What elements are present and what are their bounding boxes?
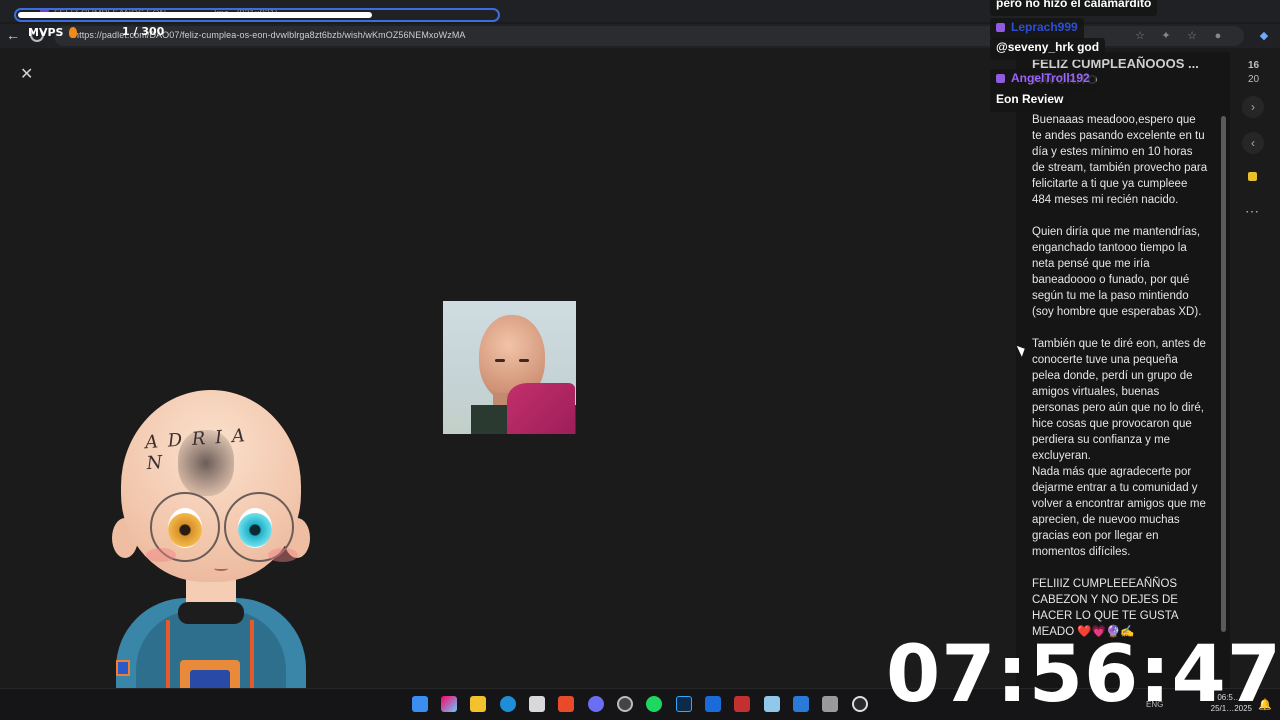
panel-scrollbar[interactable] xyxy=(1221,116,1226,632)
windows-start-icon[interactable] xyxy=(412,696,428,712)
chat-text: Eon Review xyxy=(996,92,1064,106)
photo-scarf xyxy=(507,383,575,434)
chevron-left-icon[interactable]: ‹ xyxy=(1242,132,1264,154)
goal-progress-bar xyxy=(14,8,500,22)
chat-username: AngelTroll192 xyxy=(1011,71,1090,85)
favorites-icon[interactable]: ☆ xyxy=(1186,30,1198,42)
chat-text: pero no hizo el calamardito xyxy=(996,0,1152,10)
app-icon[interactable] xyxy=(734,696,750,712)
app-icon[interactable] xyxy=(793,696,809,712)
chevron-right-icon[interactable]: › xyxy=(1242,96,1264,118)
screen: FELIZ CUMPLEAÑOS EON Ima...(931×931) ← h… xyxy=(0,0,1280,720)
post-detail-panel: FELIZ CUMPLEAÑOOOS ... FAVORITO Buenaaas… xyxy=(1016,52,1230,688)
notepad-icon[interactable] xyxy=(764,696,780,712)
media-player-icon[interactable] xyxy=(852,696,868,712)
avatar-hood-string xyxy=(250,620,254,690)
chat-user: AngelTroll192 xyxy=(990,69,1096,91)
sub-badge-icon xyxy=(996,74,1005,83)
obs-icon[interactable] xyxy=(617,696,633,712)
chat-message: pero no hizo el calamardito xyxy=(990,0,1158,16)
avatar-sticker xyxy=(116,660,130,676)
extensions-icon[interactable]: ✦ xyxy=(1160,30,1172,42)
brave-icon[interactable] xyxy=(558,696,574,712)
close-icon[interactable]: ✕ xyxy=(20,64,33,84)
photoshop-icon[interactable] xyxy=(676,696,692,712)
stream-clock: 07:56:47 xyxy=(886,630,1280,720)
chat-text: @seveny_hrk god xyxy=(996,40,1100,54)
edge-icon[interactable] xyxy=(500,696,516,712)
avatar-smudge xyxy=(178,430,234,496)
goal-progress-fill xyxy=(18,12,372,18)
copilot-icon[interactable]: ◆ xyxy=(1258,30,1270,42)
stream-brand: MVPS xyxy=(28,26,64,39)
avatar-collar xyxy=(178,602,244,624)
calculator-icon[interactable] xyxy=(822,696,838,712)
vtuber-avatar: A D R I A N xyxy=(96,388,326,720)
more-icon[interactable]: ⋯ xyxy=(1245,203,1260,220)
back-arrow-icon[interactable]: ← xyxy=(6,27,20,43)
star-icon[interactable]: ☆ xyxy=(1134,30,1146,42)
post-body: Buenaaas meadooo,espero que te andes pas… xyxy=(1032,114,1208,638)
chat-message: @seveny_hrk god xyxy=(990,38,1106,60)
sub-badge-icon xyxy=(996,23,1005,32)
post-attachment-image[interactable] xyxy=(443,301,576,434)
profile-icon[interactable]: ● xyxy=(1212,30,1224,42)
store-icon[interactable] xyxy=(529,696,545,712)
avatar-hood-string xyxy=(166,620,170,690)
chat-user: Leprach999 xyxy=(990,18,1084,40)
discord-icon[interactable] xyxy=(588,696,604,712)
chat-message: Eon Review xyxy=(990,90,1070,112)
fire-icon xyxy=(69,27,77,38)
note-icon[interactable] xyxy=(1248,172,1257,181)
goal-counter: 1 / 300 xyxy=(122,25,165,38)
app-icon[interactable] xyxy=(705,696,721,712)
avatar-blush xyxy=(268,548,298,562)
chat-username: Leprach999 xyxy=(1011,20,1078,34)
file-explorer-icon[interactable] xyxy=(470,696,486,712)
avatar-blush xyxy=(146,548,176,562)
copilot-taskbar-icon[interactable] xyxy=(441,696,457,712)
avatar-mouth xyxy=(214,566,228,571)
post-total: 20 xyxy=(1248,74,1260,85)
spotify-icon[interactable] xyxy=(646,696,662,712)
photo-eye xyxy=(519,359,529,362)
post-index: 16 xyxy=(1248,60,1260,71)
photo-eye xyxy=(495,359,505,362)
